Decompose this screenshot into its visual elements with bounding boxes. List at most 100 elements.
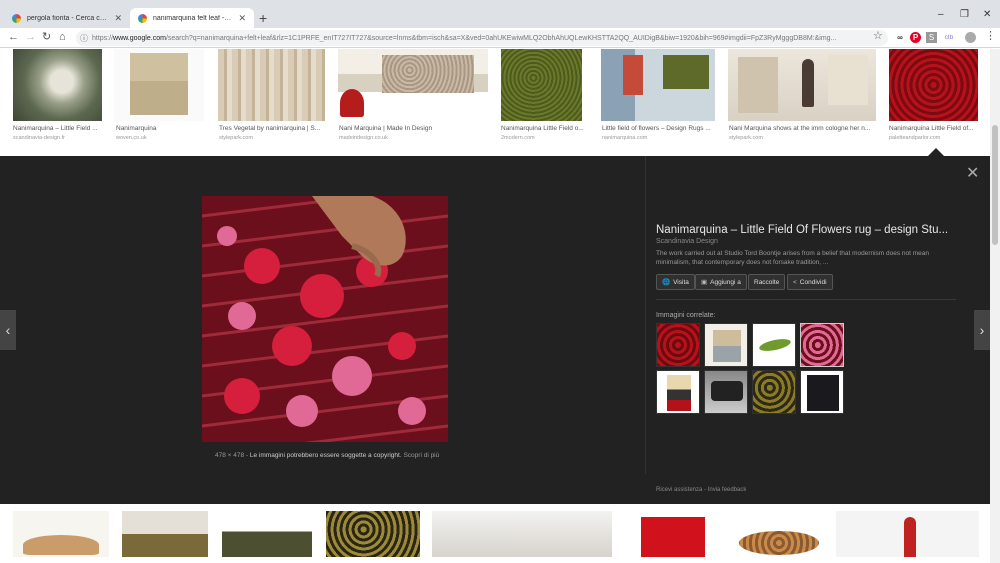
bookmark-icon: ▣	[701, 279, 708, 286]
result-caption[interactable]: Nanimarquina	[116, 125, 206, 132]
collections-button[interactable]: Raccolte	[748, 274, 786, 290]
result-caption[interactable]: Nanimarquina – Little Field ...	[13, 125, 108, 132]
page-scrollbar[interactable]	[990, 49, 1000, 563]
related-image[interactable]	[656, 370, 700, 414]
image-title[interactable]: Nanimarquina – Little Field Of Flowers r…	[656, 224, 956, 236]
menu-kebab-icon[interactable]: ⋮	[985, 30, 996, 43]
related-image[interactable]	[656, 323, 700, 367]
url-scheme: https://	[92, 34, 114, 42]
result-thumbnail[interactable]	[338, 49, 488, 121]
window-close-button[interactable]: ✕	[983, 9, 991, 20]
image-description: The work carried out at Studio Tord Boon…	[656, 250, 930, 266]
add-to-label: Aggiungi a	[710, 278, 741, 286]
site-info-icon[interactable]: ⓘ	[80, 33, 88, 44]
related-image[interactable]	[704, 370, 748, 414]
add-to-button[interactable]: ▣ Aggiungi a	[695, 274, 747, 290]
close-preview-icon[interactable]: ✕	[966, 163, 979, 183]
tab-pergola[interactable]: pergola fiorita - Cerca con Goog ✕	[4, 8, 130, 28]
tab-strip: pergola fiorita - Cerca con Goog ✕ nanim…	[0, 0, 1000, 28]
result-thumbnail[interactable]	[122, 511, 208, 557]
result-caption[interactable]: Nani Marquina | Made In Design	[339, 125, 489, 132]
result-thumbnail[interactable]	[501, 49, 582, 121]
address-bar[interactable]: ⓘ https://www.google.com/search?q=nanima…	[76, 30, 888, 46]
minimize-button[interactable]: –	[938, 9, 944, 20]
share-button[interactable]: < Condividi	[787, 274, 833, 290]
result-thumbnail[interactable]	[889, 49, 978, 121]
profile-avatar-icon[interactable]	[965, 32, 976, 43]
result-caption[interactable]: Nanimarquina Little Field o...	[501, 125, 591, 132]
result-caption[interactable]: Tres Vegetal by nanimarquina | S...	[219, 125, 327, 132]
result-thumbnail[interactable]	[836, 511, 979, 557]
result-source: paletteandparlor.com	[889, 135, 941, 141]
result-thumbnail[interactable]	[13, 511, 109, 557]
send-feedback-link[interactable]: Invia feedback	[708, 487, 747, 493]
image-results-bottom-row	[0, 504, 1000, 563]
pinterest-icon[interactable]: P	[910, 32, 921, 43]
visit-label: Visita	[673, 278, 689, 286]
get-help-link[interactable]: Ricevi assistenza	[656, 487, 702, 493]
result-thumbnail[interactable]	[114, 49, 204, 121]
previous-image-button[interactable]: ‹	[0, 310, 16, 350]
related-image[interactable]	[800, 370, 844, 414]
result-thumbnail[interactable]	[326, 511, 420, 557]
felt-flowers-rug-image	[202, 196, 448, 442]
related-image[interactable]	[752, 323, 796, 367]
share-icon: <	[793, 278, 797, 286]
result-thumbnail[interactable]	[432, 511, 612, 557]
next-image-button[interactable]: ›	[974, 310, 990, 350]
tab-close-icon[interactable]: ✕	[238, 13, 246, 24]
url-path: /search?q=nanimarquina+felt+leaf&rlz=1C1…	[165, 34, 837, 42]
result-caption[interactable]: Little field of flowers – Design Rugs ..…	[602, 125, 720, 132]
image-dimensions: 478 × 478	[215, 452, 245, 459]
result-source: woven.co.uk	[116, 135, 147, 141]
related-image[interactable]	[752, 370, 796, 414]
scrollbar-thumb[interactable]	[992, 125, 998, 245]
details-divider	[656, 299, 956, 300]
url-host: www.google.com	[113, 34, 166, 42]
maximize-button[interactable]: ❐	[960, 9, 969, 20]
result-thumbnail[interactable]	[601, 49, 715, 121]
learn-more-link[interactable]: Scopri di più	[403, 452, 439, 459]
result-thumbnail[interactable]	[728, 49, 876, 121]
tab-nanimarquina[interactable]: nanimarquina felt leaf - Cerca co ✕	[130, 8, 254, 28]
result-caption[interactable]: Nanimarquina Little Field of...	[889, 125, 979, 132]
result-thumbnail[interactable]	[13, 49, 102, 121]
tab-title: pergola fiorita - Cerca con Goog	[27, 14, 108, 22]
result-thumbnail[interactable]	[222, 511, 312, 557]
selected-result-caret	[928, 148, 944, 156]
preview-image[interactable]	[202, 196, 448, 442]
result-thumbnail[interactable]	[625, 511, 722, 557]
result-source: 2modern.com	[501, 135, 535, 141]
home-icon[interactable]: ⌂	[59, 31, 66, 44]
forward-arrow-icon[interactable]: →	[25, 31, 36, 44]
tab-title: nanimarquina felt leaf - Cerca co	[153, 14, 232, 22]
share-label: Condividi	[799, 278, 827, 286]
tab-close-icon[interactable]: ✕	[114, 13, 122, 24]
back-arrow-icon[interactable]: ←	[8, 31, 19, 44]
panel-footer: Ricevi assistenza - Invia feedback	[656, 487, 746, 493]
google-favicon-icon	[138, 13, 147, 23]
bookmark-star-icon[interactable]: ☆	[873, 30, 883, 43]
image-meta: 478 × 478 - Le immagini potrebbero esser…	[215, 452, 439, 459]
result-thumbnail[interactable]	[735, 511, 823, 557]
result-source: stylepark.com	[219, 135, 253, 141]
new-tab-button[interactable]: +	[259, 11, 267, 25]
extension-s-icon[interactable]: S	[926, 32, 937, 43]
extension-ctb-icon[interactable]: ctb	[942, 32, 956, 43]
extension-infinity-icon[interactable]: ∞	[894, 32, 906, 43]
copyright-disclaimer: Le immagini potrebbero essere soggette a…	[249, 452, 402, 459]
result-caption[interactable]: Nani Marquina shows at the imm cologne h…	[729, 125, 879, 132]
related-image-selected[interactable]	[800, 323, 844, 367]
visit-button[interactable]: 🌐 Visita	[656, 274, 695, 290]
globe-icon: 🌐	[662, 279, 671, 286]
collections-label: Raccolte	[754, 278, 780, 286]
related-image[interactable]	[704, 323, 748, 367]
image-site[interactable]: Scandinavia Design	[656, 238, 718, 245]
google-favicon-icon	[12, 13, 21, 23]
related-images-label: Immagini correlate:	[656, 312, 716, 319]
result-source: madeindesign.co.uk	[339, 135, 388, 141]
result-source: nanimarquina.com	[602, 135, 648, 141]
result-thumbnail[interactable]	[218, 49, 325, 121]
reload-icon[interactable]: ↻	[42, 31, 51, 44]
browser-toolbar: ← → ↻ ⌂ ⓘ https://www.google.com/search?…	[0, 28, 1000, 48]
